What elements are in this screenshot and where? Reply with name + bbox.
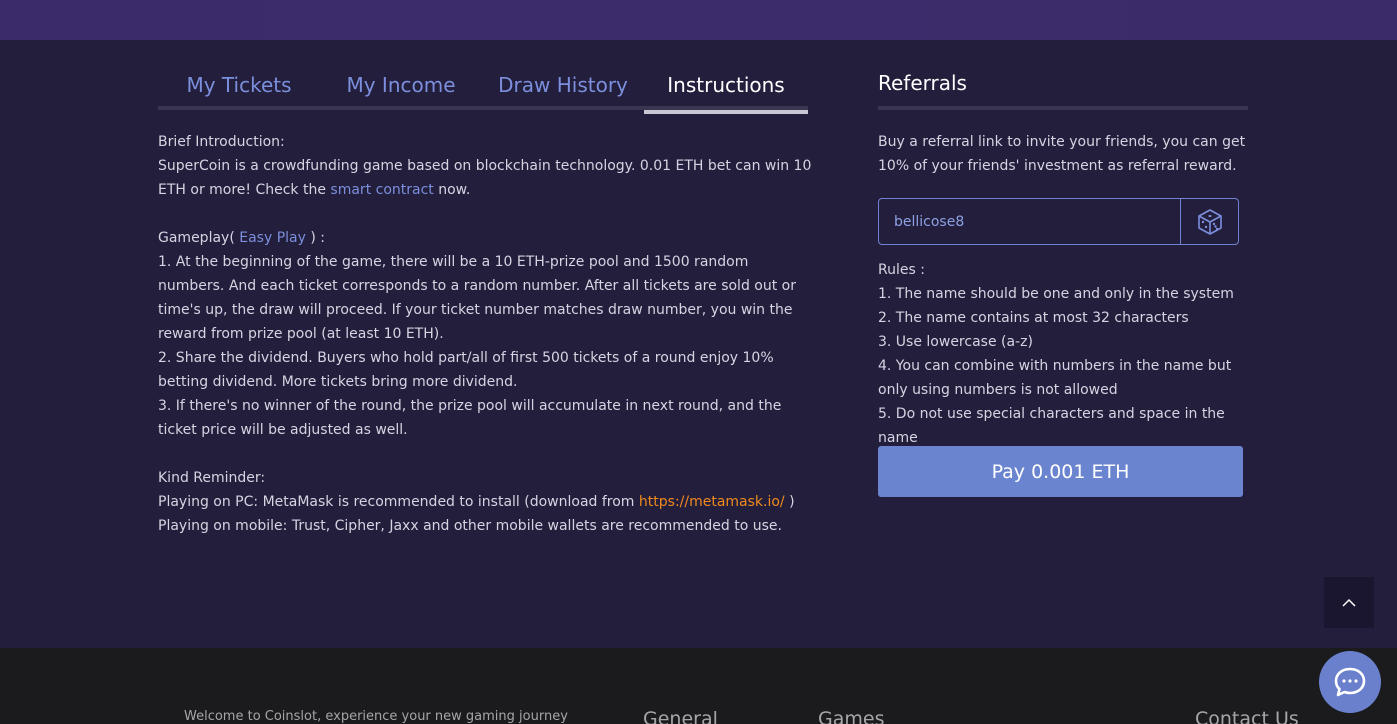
pc-text-1: Playing on PC: MetaMask is recommended t… bbox=[158, 494, 639, 510]
gameplay-rule-2: 2. Share the dividend. Buyers who hold p… bbox=[158, 350, 774, 390]
brief-text: SuperCoin is a crowdfunding game based o… bbox=[158, 154, 818, 202]
back-to-top-button[interactable] bbox=[1324, 577, 1374, 628]
rule-item: 3. Use lowercase (a-z) bbox=[878, 334, 1033, 350]
rule-item: 1. The name should be one and only in th… bbox=[878, 286, 1234, 302]
referral-rules: Rules : 1. The name should be one and on… bbox=[878, 258, 1248, 450]
footer-welcome: Welcome to Coinslot, experience your new… bbox=[184, 709, 568, 724]
referrals-description: Buy a referral link to invite your frien… bbox=[878, 134, 1246, 174]
tab-my-income[interactable]: My Income bbox=[320, 60, 482, 110]
gameplay-suffix: ) : bbox=[305, 230, 325, 246]
footer-general-heading: General bbox=[643, 708, 718, 724]
pc-text-2: ) bbox=[784, 494, 795, 510]
random-name-button[interactable] bbox=[1180, 199, 1238, 244]
rules-heading: Rules : bbox=[878, 262, 925, 278]
tab-bar: My Tickets My Income Draw History Instru… bbox=[158, 60, 808, 114]
footer-contact-heading: Contact Us bbox=[1195, 708, 1299, 724]
chevron-up-icon bbox=[1342, 598, 1356, 607]
tab-my-tickets[interactable]: My Tickets bbox=[158, 60, 320, 110]
gameplay-rule-3: 3. If there's no winner of the round, th… bbox=[158, 398, 782, 438]
footer-games-heading: Games bbox=[818, 708, 885, 724]
header-banner bbox=[0, 0, 1397, 40]
instructions-panel: Brief Introduction: SuperCoin is a crowd… bbox=[158, 130, 818, 538]
brief-text-1: SuperCoin is a crowdfunding game based o… bbox=[158, 158, 812, 198]
mobile-reminder: Playing on mobile: Trust, Cipher, Jaxx a… bbox=[158, 518, 782, 534]
tab-instructions[interactable]: Instructions bbox=[644, 60, 808, 114]
referrals-title: Referrals bbox=[878, 60, 1248, 110]
brief-text-2: now. bbox=[433, 182, 471, 198]
pc-reminder: Playing on PC: MetaMask is recommended t… bbox=[158, 490, 818, 514]
tab-draw-history[interactable]: Draw History bbox=[482, 60, 644, 110]
chat-button[interactable] bbox=[1319, 651, 1381, 713]
footer: Welcome to Coinslot, experience your new… bbox=[0, 648, 1397, 724]
pay-button[interactable]: Pay 0.001 ETH bbox=[878, 446, 1243, 497]
metamask-link[interactable]: https://metamask.io/ bbox=[639, 494, 785, 510]
rule-item: 2. The name contains at most 32 characte… bbox=[878, 310, 1189, 326]
easy-play-link[interactable]: Easy Play bbox=[239, 230, 306, 246]
rule-item: 5. Do not use special characters and spa… bbox=[878, 406, 1225, 446]
gameplay-heading: Gameplay( Easy Play ) : bbox=[158, 226, 818, 250]
rule-item: 4. You can combine with numbers in the n… bbox=[878, 358, 1232, 398]
brief-heading: Brief Introduction: bbox=[158, 134, 285, 150]
referral-name-input[interactable] bbox=[879, 199, 1180, 244]
dice-icon bbox=[1197, 208, 1222, 235]
referral-name-field bbox=[878, 198, 1239, 245]
gameplay-prefix: Gameplay( bbox=[158, 230, 240, 246]
gameplay-rule-1: 1. At the beginning of the game, there w… bbox=[158, 254, 796, 342]
reminder-heading: Kind Reminder: bbox=[158, 470, 266, 486]
smart-contract-link[interactable]: smart contract bbox=[330, 182, 433, 198]
chat-icon bbox=[1334, 667, 1366, 697]
